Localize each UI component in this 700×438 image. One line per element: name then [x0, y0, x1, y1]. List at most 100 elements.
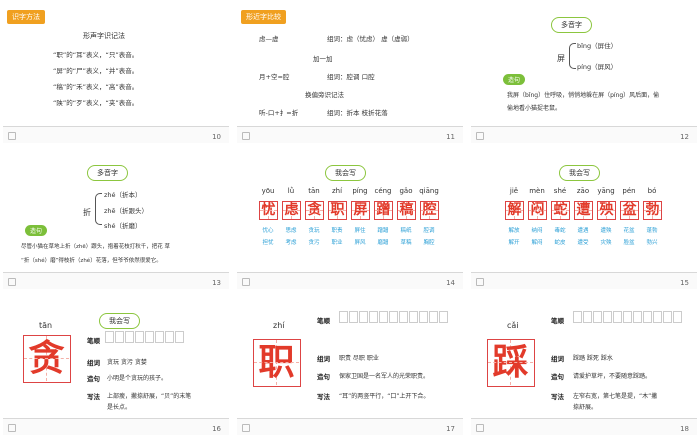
- stroke-step: [583, 311, 592, 323]
- slide-footer: 15: [471, 272, 697, 289]
- stroke-step: [369, 311, 378, 323]
- slide-tag: 形近字比较: [241, 10, 286, 24]
- reading: píng（屏风）: [577, 63, 618, 71]
- slide-18[interactable]: cǎi 踩 笔顺 组词 踩踏 踩死 踩水 造句 请爱护草坪，不要随意踩踏。 写法…: [471, 295, 697, 435]
- label-sentence: 造句: [551, 373, 564, 381]
- char: 忧: [261, 202, 276, 218]
- slide-10[interactable]: 识字方法 形声字识记法 “职”的“耳”表义，“只”表音。 “屏”的“尸”表义，“…: [3, 3, 229, 143]
- slide-title-pill: 多音字: [87, 165, 128, 181]
- slide-11[interactable]: 形近字比较 虑—虚 组词：虑（忧虑） 虚（虚弱） 加一加 月+空=腔 组词：腔调…: [237, 3, 463, 143]
- slide-number: 18: [680, 425, 689, 433]
- label-words: 组词: [551, 355, 564, 363]
- big-char-box: 职: [253, 339, 301, 387]
- char-box: 蛇: [551, 201, 570, 220]
- subheading: 加一加: [313, 55, 333, 63]
- sentence-line: “折（shé）磨”得枝折（zhé）花落，但爷爷依然很爱它。: [21, 258, 162, 264]
- slide-number: 10: [212, 133, 221, 141]
- slide-14[interactable]: 我会写 yōu 忧忧心 担忧 lǜ 虑思虑 考虑 tān 贪贪玩 贪污 zhí 职职责 职业 píng 屏…: [237, 149, 463, 289]
- slide-number: 15: [680, 279, 689, 287]
- stroke-step: [135, 331, 144, 343]
- label-sentence: 造句: [317, 373, 330, 381]
- stroke-step: [633, 311, 642, 323]
- slide-13[interactable]: 多音字 折 zhé（折本） zhē（折跟头） shé（折磨） 造句 尽管小猫在草…: [3, 149, 229, 289]
- word: 蛇皮: [554, 240, 566, 246]
- slide-12[interactable]: 多音字 屏 bǐng（屏住） píng（屏风） 造句 我屏（bǐng）住呼吸，悄…: [471, 3, 697, 143]
- stroke-step: [145, 331, 154, 343]
- word: 屏住: [354, 228, 366, 234]
- polyphone-char: 折: [83, 208, 91, 217]
- label-writing: 写法: [551, 393, 564, 401]
- compare-left: 听-口+扌=折: [259, 109, 299, 117]
- char: 腔: [422, 202, 437, 218]
- bracket: [95, 193, 102, 225]
- slide-heading: 形声字识记法: [83, 32, 125, 40]
- stroke-step: [125, 331, 134, 343]
- char-pinyin: yōu: [261, 187, 275, 195]
- word: 遭受: [577, 240, 589, 246]
- text-line: “陕”的“歹”表义，“夹”表音。: [53, 99, 139, 107]
- big-char-box: 踩: [487, 339, 535, 387]
- footer-mark-icon: [242, 132, 250, 140]
- char-box: 贪: [305, 201, 324, 220]
- word: 磨蹭: [377, 240, 389, 246]
- char-pinyin: jiě: [509, 187, 519, 195]
- slide-number: 12: [680, 133, 689, 141]
- text-line: “稿”的“禾”表义，“高”表音。: [53, 83, 139, 91]
- char: 遭: [576, 202, 591, 218]
- word: 遭遇: [577, 228, 589, 234]
- char: 殃: [599, 202, 614, 218]
- char-pinyin: mèn: [529, 187, 545, 195]
- compare-right: 组词：虑（忧虑） 虚（虚弱）: [327, 35, 414, 43]
- char: 盆: [622, 202, 637, 218]
- slide-number: 14: [446, 279, 455, 287]
- stroke-step: [653, 311, 662, 323]
- stroke-step: [673, 311, 682, 323]
- slide-17[interactable]: zhí 职 笔顺 组词 职责 尽职 职业 造句 保家卫国是一名军人的光荣职责。 …: [237, 295, 463, 435]
- word-list: 贪玩 贪污 贪婪: [107, 359, 147, 366]
- subheading: 换偏旁识记法: [305, 91, 344, 99]
- word: 稿纸: [400, 228, 412, 234]
- label-words: 组词: [317, 355, 330, 363]
- make-sentence-badge: 造句: [25, 225, 48, 236]
- stroke-step: [115, 331, 124, 343]
- label-strokes: 笔顺: [551, 317, 564, 325]
- slide-tag: 识字方法: [7, 10, 45, 24]
- footer-mark-icon: [8, 132, 16, 140]
- sentence: 保家卫国是一名军人的光荣职责。: [339, 373, 430, 380]
- char: 贪: [307, 202, 322, 218]
- label-words: 组词: [87, 359, 100, 367]
- char-pinyin: qiāng: [419, 187, 439, 195]
- stroke-step: [359, 311, 368, 323]
- slide-16[interactable]: 我会写 tān 贪 笔顺 组词 贪玩 贪污 贪婪 造句 小明是个贪玩的孩子。 写…: [3, 295, 229, 435]
- stroke-step: [643, 311, 652, 323]
- compare-right: 组词：折本 枝折花落: [327, 109, 388, 117]
- footer-mark-icon: [8, 424, 16, 432]
- word: 屏风: [354, 240, 366, 246]
- stroke-step: [399, 311, 408, 323]
- label-strokes: 笔顺: [317, 317, 330, 325]
- slide-footer: 17: [237, 418, 463, 435]
- char: 闷: [530, 202, 545, 218]
- sentence-line: 偷地看小猫捉老鼠。: [507, 105, 562, 112]
- footer-mark-icon: [476, 132, 484, 140]
- char-pinyin: zāo: [576, 187, 590, 195]
- sentence: 请爱护草坪，不要随意踩踏。: [573, 373, 652, 380]
- stroke-step: [419, 311, 428, 323]
- word: 贪玩: [308, 228, 320, 234]
- stroke-step: [155, 331, 164, 343]
- word: 胸腔: [423, 240, 435, 246]
- writing-tip: 上部瘦，撇捺舒展，“贝”的末笔: [107, 393, 192, 400]
- char-box: 蹭: [374, 201, 393, 220]
- compare-left: 月+空=腔: [259, 73, 290, 81]
- reading: zhē（折跟头）: [104, 207, 149, 215]
- slide-number: 17: [446, 425, 455, 433]
- slide-footer: 18: [471, 418, 697, 435]
- compare-left: 虑—虚: [259, 35, 279, 43]
- reading: bǐng（屏住）: [577, 42, 618, 50]
- word: 解闷: [531, 240, 543, 246]
- slide-footer: 14: [237, 272, 463, 289]
- big-char-box: 贪: [23, 335, 71, 383]
- word: 解放: [508, 228, 520, 234]
- stroke-step: [165, 331, 174, 343]
- slide-15[interactable]: 我会写 jiě 解解放 解开 mèn 闷纳闷 解闷 shé 蛇毒蛇 蛇皮 zāo 遭遭遇 遭受 yāng…: [471, 149, 697, 289]
